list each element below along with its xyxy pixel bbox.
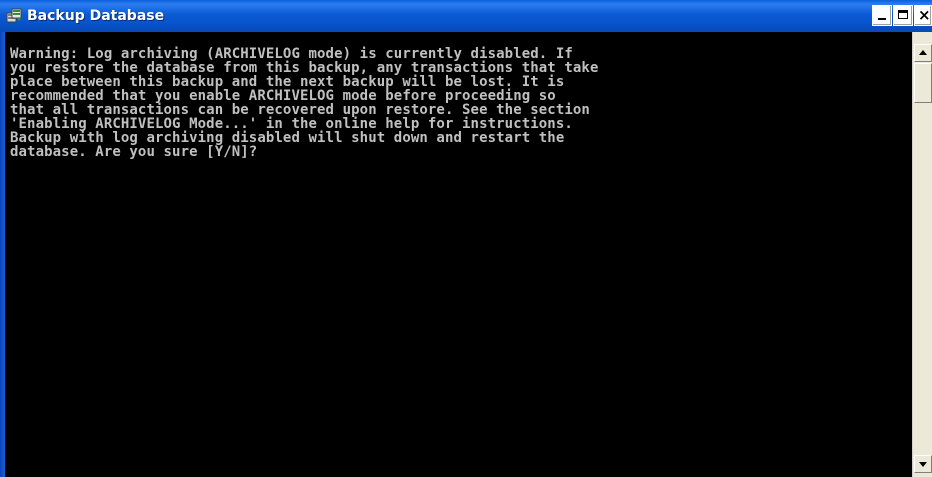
backup-database-window: Backup Database × Warning: Log archiving… — [0, 0, 932, 477]
scroll-up-arrow-icon — [919, 50, 927, 55]
scroll-down-arrow-icon — [919, 462, 927, 467]
scroll-down-button[interactable] — [914, 455, 932, 473]
maximize-button[interactable] — [893, 5, 913, 26]
database-backup-icon[interactable] — [6, 8, 22, 24]
console-warning-text: Warning: Log archiving (ARCHIVELOG mode)… — [10, 46, 599, 160]
title-bar[interactable]: Backup Database × — [0, 0, 932, 32]
scroll-thumb[interactable] — [914, 63, 932, 103]
window-title: Backup Database — [27, 8, 165, 24]
close-icon: × — [918, 6, 931, 24]
scroll-up-button[interactable] — [914, 44, 932, 62]
minimize-button[interactable] — [872, 5, 892, 26]
console-output-area[interactable]: Warning: Log archiving (ARCHIVELOG mode)… — [5, 32, 912, 477]
close-button[interactable]: × — [914, 5, 932, 26]
vertical-scrollbar[interactable] — [912, 32, 932, 477]
